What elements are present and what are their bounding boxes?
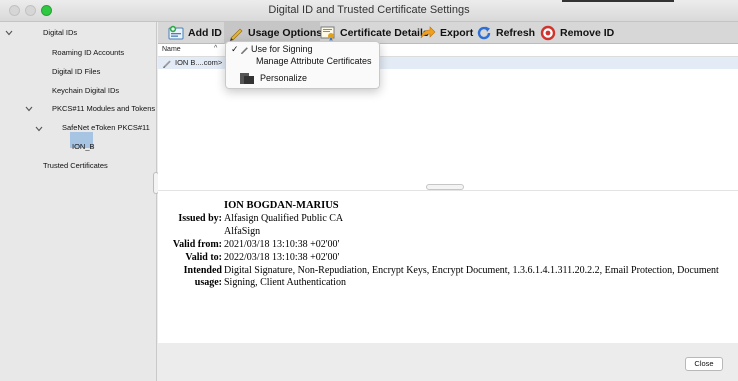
sort-ascending-icon[interactable]: ^ [214, 45, 217, 52]
usage-options-label: Usage Options [248, 27, 323, 39]
chevron-down-icon[interactable] [5, 30, 13, 37]
dialog-footer: Close [158, 343, 738, 381]
close-button[interactable]: Close [685, 357, 723, 371]
menu-item-label: Use for Signing [251, 44, 313, 54]
refresh-label: Refresh [496, 27, 536, 39]
sidebar-item-ion-b[interactable]: ION_B [72, 142, 95, 151]
chevron-down-icon[interactable] [25, 106, 33, 113]
add-id-button[interactable]: Add ID [168, 22, 222, 44]
title-bar-marker [562, 0, 674, 2]
valid-to-value: 2022/03/18 13:10:38 +02'00' [224, 252, 340, 263]
pencil-icon [162, 58, 172, 71]
sidebar-item-trusted-certificates[interactable]: Trusted Certificates [43, 161, 108, 170]
sidebar-item-roaming-id-accounts[interactable]: Roaming ID Accounts [52, 48, 124, 57]
sidebar-item-pkcs11-modules[interactable]: PKCS#11 Modules and Tokens [52, 104, 155, 113]
menu-item-label: Personalize [260, 73, 308, 83]
pencil-icon [228, 25, 244, 41]
intended-usage-value: Digital Signature, Non-Repudiation, Encr… [224, 265, 719, 276]
pencil-icon [240, 45, 249, 56]
export-arrow-icon [420, 25, 436, 41]
sidebar-item-digital-ids[interactable]: Digital IDs [43, 28, 77, 37]
certificate-details-label: Certificate Details [340, 27, 429, 39]
valid-to-label: Valid to: [185, 252, 222, 263]
export-label: Export [440, 27, 474, 39]
usage-options-menu: ✓ Use for Signing Manage Attribute Certi… [225, 41, 380, 89]
checkmark-icon: ✓ [231, 44, 239, 54]
issued-by-label: Issued by: [178, 213, 222, 224]
remove-icon [540, 25, 556, 41]
chevron-down-icon[interactable] [35, 126, 43, 133]
add-id-icon [168, 25, 184, 41]
export-button[interactable]: Export [420, 22, 473, 44]
refresh-icon [476, 25, 492, 41]
sidebar-item-digital-id-files[interactable]: Digital ID Files [52, 67, 100, 76]
menu-item-manage-attribute-certificates[interactable]: Manage Attribute Certificates [256, 56, 372, 66]
intended-usage-value-line2: Signing, Client Authentication [224, 277, 346, 288]
remove-id-button[interactable]: Remove ID [540, 22, 614, 44]
intended-usage-label-line2: usage: [194, 277, 222, 288]
sidebar-item-keychain-digital-ids[interactable]: Keychain Digital IDs [52, 86, 119, 95]
issued-by-value: Alfasign Qualified Public CA [224, 213, 344, 224]
refresh-button[interactable]: Refresh [476, 22, 535, 44]
add-id-label: Add ID [188, 27, 222, 39]
certificate-details-pane: ION BOGDAN-MARIUS Issued by: Alfasign Qu… [158, 191, 738, 343]
menu-item-personalize[interactable]: Personalize [240, 71, 370, 85]
certificate-owner-name: ION BOGDAN-MARIUS [224, 200, 339, 211]
personalize-icon [240, 71, 254, 86]
title-bar: Digital ID and Trusted Certificate Setti… [0, 0, 738, 22]
valid-from-label: Valid from: [172, 239, 222, 250]
window-title: Digital ID and Trusted Certificate Setti… [268, 4, 470, 16]
sidebar-tree: Digital IDs Roaming ID Accounts Digital … [0, 22, 159, 381]
splitter-handle[interactable] [426, 184, 464, 190]
valid-from-value: 2021/03/18 13:10:38 +02'00' [224, 239, 340, 250]
menu-item-use-for-signing[interactable]: ✓ Use for Signing [231, 44, 376, 56]
column-header-name[interactable]: Name [162, 46, 181, 53]
issued-by-value-line2: AlfaSign [224, 226, 261, 237]
intended-usage-label: Intended [183, 265, 222, 276]
sidebar-item-safenet-etoken[interactable]: SafeNet eToken PKCS#11 [62, 123, 150, 132]
remove-id-label: Remove ID [560, 27, 615, 39]
certificate-icon [320, 25, 336, 41]
list-item-name: ION B....com> [175, 58, 223, 67]
horizontal-splitter[interactable] [158, 184, 738, 191]
